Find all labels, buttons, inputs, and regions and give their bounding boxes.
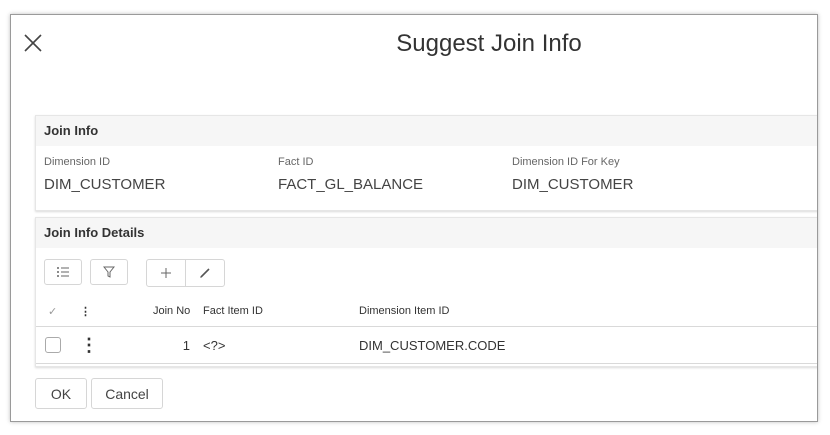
fact-id-field: Fact ID FACT_GL_BALANCE <box>278 156 423 193</box>
grid-header: ✓ ⋮ Join No Fact Item ID Dimension Item … <box>36 296 817 327</box>
dimension-id-for-key-field: Dimension ID For Key DIM_CUSTOMER <box>512 156 633 193</box>
dialog-title: Suggest Join Info <box>396 30 582 57</box>
column-dimension-item-id[interactable]: Dimension Item ID <box>359 296 449 326</box>
row-checkbox[interactable] <box>45 327 61 363</box>
suggest-join-info-dialog: Suggest Join Info Join Info Dimension ID… <box>10 14 818 422</box>
table-row[interactable]: ⋮ 1 <?> DIM_CUSTOMER.CODE <box>36 327 817 364</box>
join-info-details-section: Join Info Details ✓ ⋮ Join No Fact Item … <box>35 217 817 367</box>
list-settings-icon[interactable] <box>44 259 82 285</box>
pencil-icon[interactable] <box>185 260 224 286</box>
fact-id-value: FACT_GL_BALANCE <box>278 176 424 193</box>
dimension-id-value: DIM_CUSTOMER <box>44 176 166 193</box>
join-info-section: Join Info Dimension ID DIM_CUSTOMER Fact… <box>35 115 817 211</box>
row-join-no: 1 <box>182 337 190 353</box>
dimension-id-for-key-label: Dimension ID For Key <box>512 156 620 168</box>
dimension-id-for-key-value: DIM_CUSTOMER <box>512 176 634 193</box>
row-menu-icon[interactable]: ⋮ <box>80 327 98 363</box>
row-dimension-item-id: DIM_CUSTOMER.CODE <box>359 337 506 353</box>
join-info-heading: Join Info <box>36 116 817 146</box>
row-fact-item-id: <?> <box>203 337 226 353</box>
dimension-id-field: Dimension ID DIM_CUSTOMER <box>44 156 165 193</box>
filter-icon[interactable] <box>90 259 128 285</box>
list-filter-group <box>44 259 128 285</box>
column-menu-icon[interactable]: ⋮ <box>80 296 91 326</box>
cancel-button[interactable]: Cancel <box>91 378 163 409</box>
plus-icon[interactable] <box>147 260 185 286</box>
ok-button[interactable]: OK <box>35 378 87 409</box>
join-info-details-heading: Join Info Details <box>36 218 817 248</box>
add-edit-group <box>146 259 225 287</box>
fact-id-label: Fact ID <box>278 156 314 168</box>
select-all-check[interactable]: ✓ <box>48 296 57 326</box>
column-join-no[interactable]: Join No <box>153 296 190 326</box>
column-fact-item-id[interactable]: Fact Item ID <box>203 296 263 326</box>
dimension-id-label: Dimension ID <box>44 156 111 168</box>
